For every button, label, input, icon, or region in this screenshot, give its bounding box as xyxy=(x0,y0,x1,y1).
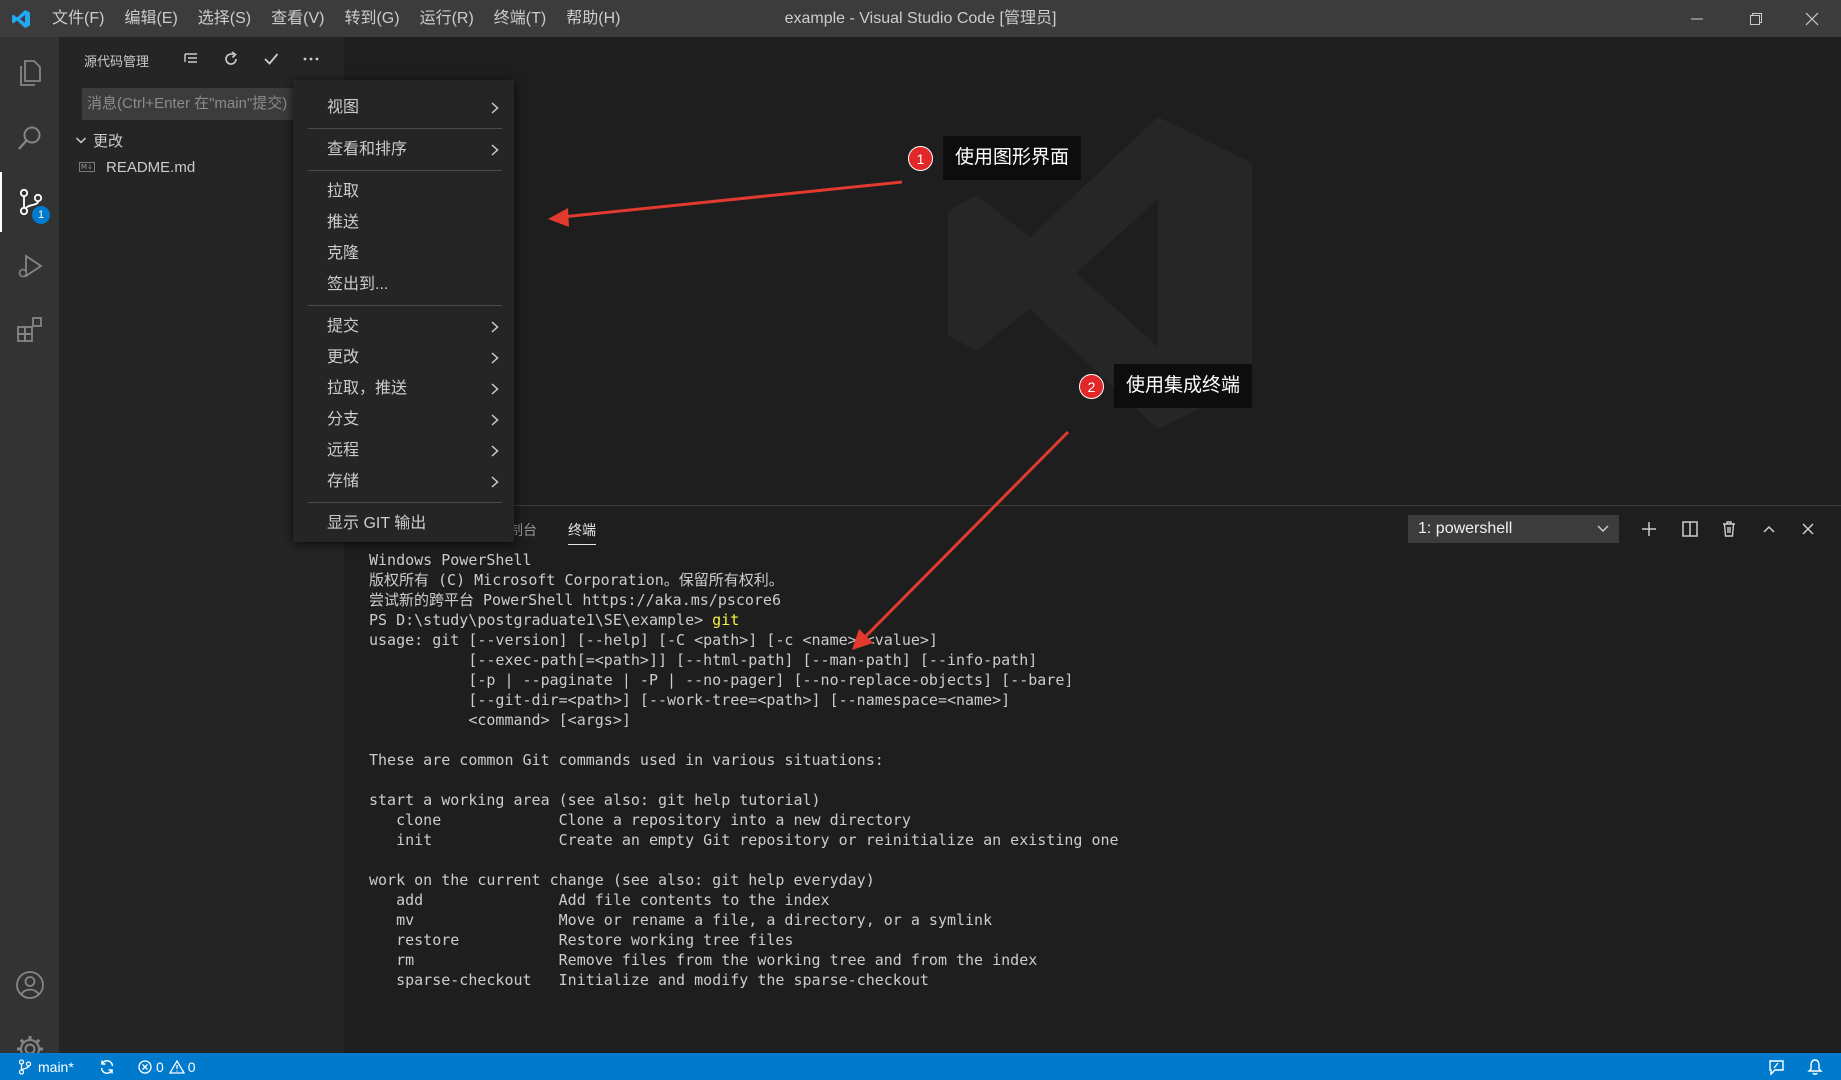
annotation-callout-2: 2 使用集成终端 xyxy=(1079,364,1253,408)
annotation-arrow-2 xyxy=(862,430,1070,640)
annotation-arrowhead-1 xyxy=(548,208,569,227)
annotation-text-1: 使用图形界面 xyxy=(943,136,1082,180)
menu-item[interactable]: 提交 xyxy=(293,311,514,342)
menu-item-label: 签出到... xyxy=(327,276,389,293)
menu-item[interactable]: 查看和排序 xyxy=(293,134,514,165)
error-count: 0 xyxy=(156,1058,164,1075)
sync-icon[interactable] xyxy=(98,1053,116,1080)
menu-separator xyxy=(308,128,502,129)
feedback-icon[interactable] xyxy=(1768,1053,1786,1080)
status-bar: main* 0 0 xyxy=(0,1053,1841,1080)
menu-item-label: 推送 xyxy=(327,214,360,231)
menu-item-label: 提交 xyxy=(327,318,360,335)
menu-item[interactable]: 签出到... xyxy=(293,269,514,300)
menu-item-label: 远程 xyxy=(327,442,360,459)
menu-item[interactable]: 推送 xyxy=(293,207,514,238)
chevron-right-icon xyxy=(491,144,499,156)
annotation-callout-1: 1 使用图形界面 xyxy=(908,136,1082,180)
annotation-text-2: 使用集成终端 xyxy=(1114,364,1253,408)
problems-indicator[interactable]: 0 0 xyxy=(137,1053,196,1080)
menu-separator xyxy=(308,502,502,503)
warning-icon xyxy=(168,1059,185,1074)
menu-item-label: 查看和排序 xyxy=(327,141,408,158)
branch-indicator[interactable]: main* xyxy=(18,1053,74,1080)
menu-item-label: 存储 xyxy=(327,473,360,490)
menu-item[interactable]: 显示 GIT 输出 xyxy=(293,508,514,539)
menu-item[interactable]: 视图 xyxy=(293,92,514,123)
menu-item-label: 克隆 xyxy=(327,245,360,262)
menu-item-label: 显示 GIT 输出 xyxy=(327,515,427,532)
menu-item-label: 拉取，推送 xyxy=(327,380,408,397)
warning-count: 0 xyxy=(187,1058,196,1075)
menu-item[interactable]: 克隆 xyxy=(293,238,514,269)
menu-item-label: 更改 xyxy=(327,349,360,366)
chevron-right-icon xyxy=(491,352,499,364)
chevron-right-icon xyxy=(491,445,499,457)
menu-item-label: 视图 xyxy=(327,99,360,116)
menu-item[interactable]: 存储 xyxy=(293,466,514,497)
branch-name: main* xyxy=(38,1058,74,1075)
chevron-right-icon xyxy=(491,414,499,426)
chevron-right-icon xyxy=(491,321,499,333)
menu-item[interactable]: 拉取，推送 xyxy=(293,373,514,404)
chevron-right-icon xyxy=(491,476,499,488)
annotation-number-2: 2 xyxy=(1079,373,1104,399)
vscode-window: 文件(F) 编辑(E) 选择(S) 查看(V) 转到(G) 运行(R) 终端(T… xyxy=(0,0,1841,1080)
menu-item[interactable]: 分支 xyxy=(293,404,514,435)
menu-separator xyxy=(308,305,502,306)
git-branch-icon xyxy=(18,1058,32,1075)
annotation-number-1: 1 xyxy=(908,145,933,171)
menu-item[interactable]: 拉取 xyxy=(293,176,514,207)
annotation-arrow-1 xyxy=(561,180,903,219)
menu-separator xyxy=(308,170,502,171)
error-icon xyxy=(138,1059,152,1074)
notifications-bell-icon[interactable] xyxy=(1807,1053,1823,1080)
chevron-right-icon xyxy=(491,102,499,114)
scm-more-actions-menu: 视图查看和排序拉取推送克隆签出到... 提交更改拉取，推送分支远程存储显示 GIT… xyxy=(293,80,514,542)
menu-item-label: 拉取 xyxy=(327,183,360,200)
menu-item[interactable]: 远程 xyxy=(293,435,514,466)
chevron-right-icon xyxy=(491,383,499,395)
menu-item-label: 分支 xyxy=(327,411,360,428)
menu-item[interactable]: 更改 xyxy=(293,342,514,373)
